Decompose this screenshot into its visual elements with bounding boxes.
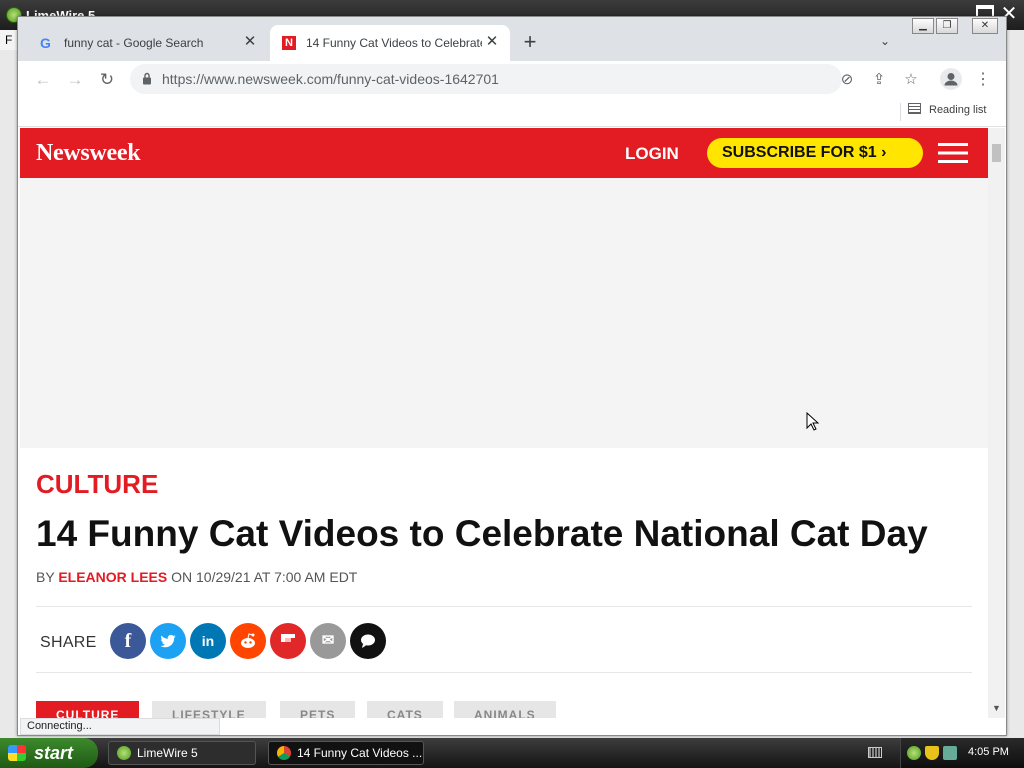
tab-title: funny cat - Google Search (64, 36, 204, 50)
tab-strip: G funny cat - Google Search ✕ N 14 Funny… (18, 17, 1006, 61)
chrome-window: G funny cat - Google Search ✕ N 14 Funny… (17, 16, 1007, 736)
taskbar-item-limewire[interactable]: LimeWire 5 (108, 741, 256, 765)
login-link[interactable]: LOGIN (625, 144, 679, 164)
share-icon[interactable]: ⇪ (868, 69, 890, 91)
tag-pets[interactable]: PETS (280, 701, 356, 718)
minimize-button[interactable]: ▁ (912, 18, 934, 34)
chrome-icon (277, 746, 291, 760)
article-headline: 14 Funny Cat Videos to Celebrate Nationa… (36, 513, 928, 554)
facebook-share-icon[interactable]: f (110, 623, 146, 659)
lock-icon (143, 72, 151, 85)
divider (36, 672, 972, 673)
reading-list-button[interactable]: Reading list (908, 103, 986, 116)
eye-off-icon[interactable]: ⊘ (836, 69, 858, 91)
profile-avatar-icon[interactable] (940, 68, 962, 90)
new-tab-button[interactable]: + (520, 31, 540, 53)
windows-logo-icon (8, 745, 26, 761)
clock: 4:05 PM (968, 746, 1009, 758)
linkedin-share-icon[interactable]: in (190, 623, 226, 659)
limewire-tray-icon[interactable] (907, 746, 921, 760)
bookmarks-separator (900, 103, 901, 121)
mouse-cursor-icon (806, 412, 820, 431)
web-page: Newsweek LOGIN SUBSCRIBE FOR $1 › CULTUR… (20, 128, 988, 718)
tab-close-icon[interactable]: ✕ (240, 32, 260, 52)
reddit-share-icon[interactable] (230, 623, 266, 659)
url-text: https://www.newsweek.com/funny-cat-video… (162, 71, 499, 87)
newsweek-icon: N (282, 36, 296, 50)
twitter-share-icon[interactable] (150, 623, 186, 659)
security-shield-icon[interactable] (925, 746, 939, 760)
system-tray: 4:05 PM (900, 738, 1024, 768)
back-arrow-icon[interactable]: ← (32, 69, 54, 91)
scroll-down-arrow-icon[interactable]: ▼ (992, 703, 1001, 713)
scrollbar-thumb[interactable] (992, 144, 1001, 162)
newsweek-logo[interactable]: Newsweek (36, 140, 141, 167)
email-share-icon[interactable]: ✉ (310, 623, 346, 659)
article-byline: BY ELEANOR LEES ON 10/29/21 AT 7:00 AM E… (36, 569, 358, 585)
reload-icon[interactable]: ↻ (96, 69, 118, 91)
hamburger-menu-icon[interactable] (938, 143, 968, 163)
tab-newsweek[interactable]: N 14 Funny Cat Videos to Celebrate N ✕ (270, 25, 510, 61)
forward-arrow-icon[interactable]: → (64, 69, 86, 91)
tab-close-icon[interactable]: ✕ (482, 32, 502, 52)
share-label: SHARE (40, 634, 97, 651)
google-icon: G (40, 35, 51, 51)
restore-button[interactable]: ❐ (936, 18, 958, 34)
bookmarks-bar: Reading list (18, 97, 1006, 127)
comment-bubble-icon[interactable] (350, 623, 386, 659)
limewire-menu-file[interactable]: F (0, 30, 18, 50)
divider (36, 606, 972, 607)
ad-placeholder (20, 178, 988, 448)
flipboard-share-icon[interactable] (270, 623, 306, 659)
page-scrollbar[interactable]: ▼ (988, 128, 1005, 718)
site-header: Newsweek LOGIN SUBSCRIBE FOR $1 › (20, 128, 988, 178)
status-bubble: Connecting... (20, 718, 220, 735)
tag-cats[interactable]: CATS (367, 701, 443, 718)
taskbar-item-chrome[interactable]: 14 Funny Cat Videos ... (268, 741, 424, 765)
network-icon[interactable] (943, 746, 957, 760)
keyboard-icon[interactable] (868, 747, 882, 758)
browser-menu-icon[interactable]: ⋮ (972, 69, 994, 91)
browser-toolbar: ← → ↻ https://www.newsweek.com/funny-cat… (18, 61, 1006, 97)
tag-culture[interactable]: CULTURE (36, 701, 140, 718)
bookmark-star-icon[interactable]: ☆ (900, 69, 922, 91)
author-link[interactable]: ELEANOR LEES (58, 569, 167, 585)
tag-lifestyle[interactable]: LIFESTYLE (152, 701, 266, 718)
tab-search-chevron-icon[interactable]: ⌄ (880, 34, 896, 50)
taskbar: start LimeWire 5 14 Funny Cat Videos ...… (0, 738, 1024, 768)
tab-title: 14 Funny Cat Videos to Celebrate N (306, 36, 482, 50)
subscribe-button[interactable]: SUBSCRIBE FOR $1 › (707, 138, 923, 168)
address-bar[interactable]: https://www.newsweek.com/funny-cat-video… (130, 64, 842, 94)
tag-animals[interactable]: ANIMALS (454, 701, 556, 718)
limewire-icon (117, 746, 131, 760)
article-category[interactable]: CULTURE (36, 469, 158, 500)
close-window-button[interactable]: ✕ (972, 18, 998, 34)
reading-list-icon (908, 103, 921, 114)
tab-google-search[interactable]: G funny cat - Google Search ✕ (28, 25, 268, 61)
